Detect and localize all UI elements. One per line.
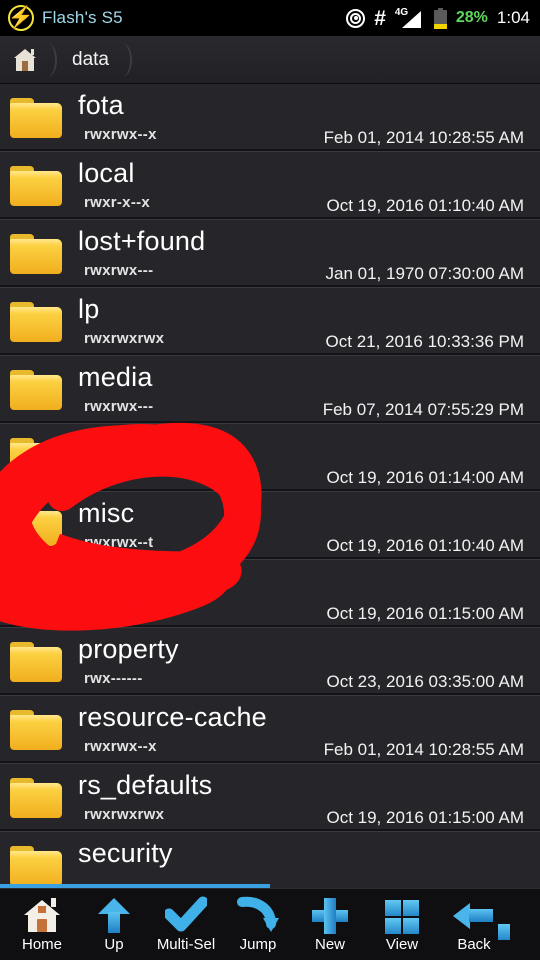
- toolbar-button-jump[interactable]: Jump: [222, 889, 294, 960]
- file-list[interactable]: fota rwxrwx--x Feb 01, 2014 10:28:55 AM loc…: [0, 84, 540, 888]
- checkmark-icon: [165, 896, 207, 934]
- file-row[interactable]: local rwxr-x--x Oct 19, 2016 01:10:40 AM: [0, 152, 540, 220]
- file-date: Oct 19, 2016 01:10:40 AM: [326, 536, 524, 555]
- breadcrumb-home[interactable]: [0, 36, 57, 84]
- file-row[interactable]: property rwx------ Oct 23, 2016 03:35:00 A…: [0, 628, 540, 696]
- hash-icon: #: [374, 6, 386, 30]
- folder-icon: [10, 574, 62, 614]
- file-permissions: rwxrwx--x: [84, 738, 157, 755]
- file-name: security: [78, 838, 173, 868]
- clock-label: 1:04: [496, 8, 530, 27]
- toolbar-button-overflow-partial[interactable]: [498, 889, 528, 960]
- file-row[interactable]: security: [0, 832, 540, 888]
- toolbar-button-label: New: [314, 936, 345, 953]
- status-bar-left: ⚡ Flash's S5: [8, 5, 346, 31]
- battery-low-icon: [433, 7, 447, 29]
- file-name: media: [78, 362, 153, 392]
- carrier-label: Flash's S5: [42, 8, 123, 27]
- breadcrumb: data: [0, 36, 540, 84]
- file-name: rs_defaults: [78, 770, 213, 800]
- file-name: resource-cache: [78, 702, 267, 732]
- folder-icon: [10, 438, 62, 478]
- arrow-left-icon: [453, 896, 495, 934]
- toolbar-button-view[interactable]: View: [366, 889, 438, 960]
- file-name: lp: [78, 294, 100, 324]
- bottom-toolbar[interactable]: Home Up Multi-Sel Jump New View Back: [0, 888, 540, 960]
- file-permissions: rwxrwx---: [84, 398, 154, 415]
- file-row[interactable]: resource-cache rwxrwx--x Feb 01, 2014 10:2…: [0, 696, 540, 764]
- file-permissions: rwxrwx---: [84, 466, 154, 483]
- toolbar-button-multi-sel[interactable]: Multi-Sel: [150, 889, 222, 960]
- file-manager-screen: ⚡ Flash's S5 # 4G 28% 1:04 data fota rwx…: [0, 0, 540, 960]
- toolbar-button-label: Jump: [239, 936, 277, 953]
- file-permissions: rwxrwxrwx: [84, 806, 165, 823]
- file-permissions: rwxrwx---: [84, 262, 154, 279]
- file-name: property: [78, 634, 179, 664]
- file-date: Oct 23, 2016 03:35:00 AM: [326, 672, 524, 691]
- toolbar-button-label: Up: [104, 936, 124, 953]
- home-icon: [21, 896, 63, 934]
- file-name: mediadrm: [78, 430, 200, 460]
- file-date: Feb 01, 2014 10:28:55 AM: [323, 128, 524, 147]
- file-row[interactable]: rs_defaults rwxrwxrwx Oct 19, 2016 01:15:0…: [0, 764, 540, 832]
- file-date: Oct 19, 2016 01:10:40 AM: [326, 196, 524, 215]
- folder-icon: [10, 234, 62, 274]
- toolbar-button-label: Multi-Sel: [156, 936, 216, 953]
- folder-icon: [10, 98, 62, 138]
- file-row[interactable]: fota rwxrwx--x Feb 01, 2014 10:28:55 AM: [0, 84, 540, 152]
- file-permissions: rwxrwxrwx: [84, 330, 165, 347]
- file-date: Oct 19, 2016 01:15:00 AM: [326, 808, 524, 827]
- file-name: misc: [78, 498, 135, 528]
- folder-icon: [10, 506, 62, 546]
- signal-4g-icon: 4G: [395, 7, 425, 28]
- file-permissions: rwx------: [84, 670, 143, 687]
- file-permissions: rwxr-x--x: [84, 194, 151, 211]
- status-bar: ⚡ Flash's S5 # 4G 28% 1:04: [0, 0, 540, 36]
- file-name: local: [78, 158, 135, 188]
- file-date: Oct 21, 2016 10:33:36 PM: [325, 332, 524, 351]
- battery-percent-label: 28%: [455, 9, 488, 26]
- file-name: lost+found: [78, 226, 206, 256]
- arrow-up-icon: [93, 896, 135, 934]
- toolbar-button-label: Home: [21, 936, 62, 953]
- file-row[interactable]: Oct 19, 2016 01:15:00 AM: [0, 560, 540, 628]
- file-date: Feb 01, 2014 10:28:55 AM: [323, 740, 524, 759]
- toolbar-button-label: View: [385, 936, 419, 953]
- file-row[interactable]: lp rwxrwxrwx Oct 21, 2016 10:33:36 PM: [0, 288, 540, 356]
- file-permissions: rwxrwx--t: [84, 534, 154, 551]
- partial-icon: [498, 906, 540, 944]
- plus-icon: [309, 896, 351, 934]
- toolbar-button-label: Back: [457, 936, 491, 953]
- folder-icon: [10, 846, 62, 886]
- file-row[interactable]: misc rwxrwx--t Oct 19, 2016 01:10:40 AM: [0, 492, 540, 560]
- file-row[interactable]: media rwxrwx--- Feb 07, 2014 07:55:29 PM: [0, 356, 540, 424]
- folder-icon: [10, 642, 62, 682]
- file-row[interactable]: mediadrm rwxrwx--- Oct 19, 2016 01:14:00 A…: [0, 424, 540, 492]
- file-date: Jan 01, 1970 07:30:00 AM: [325, 264, 525, 283]
- file-date: Oct 19, 2016 01:14:00 AM: [326, 468, 524, 487]
- grid-view-icon: [381, 896, 423, 934]
- file-name: fota: [78, 90, 124, 120]
- breadcrumb-item-label: data: [72, 48, 109, 70]
- toolbar-button-home[interactable]: Home: [6, 889, 78, 960]
- home-icon: [14, 48, 36, 71]
- flash-bolt-icon: ⚡: [7, 5, 35, 31]
- status-bar-right: # 4G 28% 1:04: [346, 6, 530, 30]
- file-date: Feb 07, 2014 07:55:29 PM: [322, 400, 524, 419]
- folder-icon: [10, 778, 62, 818]
- folder-icon: [10, 166, 62, 206]
- file-row[interactable]: lost+found rwxrwx--- Jan 01, 1970 07:30:00…: [0, 220, 540, 288]
- folder-icon: [10, 710, 62, 750]
- jump-arrow-icon: [237, 896, 279, 934]
- file-date: Oct 19, 2016 01:15:00 AM: [326, 604, 524, 623]
- toolbar-button-up[interactable]: Up: [78, 889, 150, 960]
- toolbar-button-new[interactable]: New: [294, 889, 366, 960]
- file-permissions: rwxrwx--x: [84, 126, 157, 143]
- breadcrumb-item-data[interactable]: data: [56, 36, 132, 84]
- cast-hotspot-icon: [346, 8, 366, 28]
- folder-icon: [10, 302, 62, 342]
- folder-icon: [10, 370, 62, 410]
